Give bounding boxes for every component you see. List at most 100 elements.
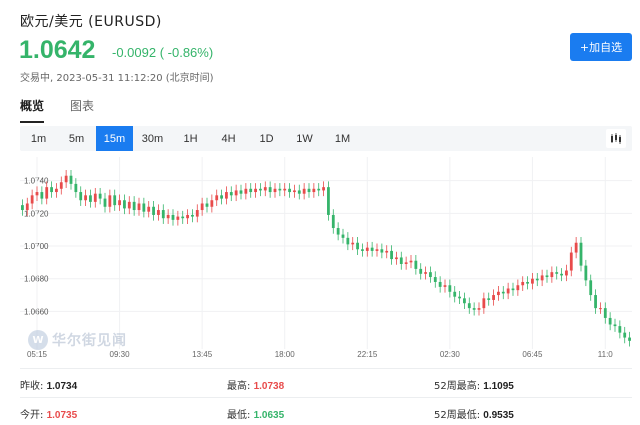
candle-body bbox=[215, 195, 219, 201]
watermark-text: 华尔街见闻 bbox=[52, 333, 127, 349]
candle-body bbox=[603, 308, 607, 318]
candle-body bbox=[123, 200, 126, 209]
candle-body bbox=[30, 195, 34, 204]
candle-body bbox=[147, 206, 151, 212]
add-watchlist-button[interactable]: +加自选 bbox=[570, 33, 632, 61]
candle-body bbox=[550, 272, 554, 278]
candle-body bbox=[404, 262, 408, 264]
candle-body bbox=[365, 247, 369, 251]
period-30m[interactable]: 30m bbox=[134, 126, 171, 151]
candle-body bbox=[108, 195, 112, 207]
x-tick-label: 09:30 bbox=[110, 350, 131, 357]
candle-body bbox=[579, 242, 583, 266]
period-1mo[interactable]: 1M bbox=[324, 126, 361, 151]
watermark-logo-icon: W bbox=[28, 330, 48, 350]
candle-body bbox=[191, 214, 194, 217]
candle-body bbox=[574, 242, 578, 253]
period-1m[interactable]: 1m bbox=[20, 126, 57, 151]
x-tick-label: 02:30 bbox=[440, 350, 461, 357]
candle-body bbox=[259, 188, 262, 191]
candle-body bbox=[589, 280, 593, 296]
candle-body bbox=[467, 303, 471, 309]
candle-body bbox=[599, 308, 602, 310]
period-1w[interactable]: 1W bbox=[286, 126, 323, 151]
candle-body bbox=[356, 242, 359, 250]
candle-body bbox=[132, 201, 136, 211]
candle-body bbox=[239, 190, 243, 194]
period-1d[interactable]: 1D bbox=[248, 126, 285, 151]
candle-body bbox=[317, 188, 321, 191]
candle-body bbox=[414, 260, 418, 269]
candle-body bbox=[127, 201, 131, 209]
candlestick-chart-icon[interactable] bbox=[606, 129, 626, 148]
candle-body bbox=[531, 278, 534, 284]
candle-body bbox=[45, 187, 49, 199]
candle-body bbox=[569, 252, 573, 271]
candle-body bbox=[113, 195, 117, 206]
candle-body bbox=[594, 295, 597, 309]
candle-body bbox=[472, 308, 476, 310]
candle-body bbox=[535, 278, 539, 281]
candle-body bbox=[390, 250, 393, 260]
candle-body bbox=[103, 198, 107, 207]
candle-body bbox=[25, 203, 29, 211]
candle-body bbox=[477, 308, 481, 310]
stat-prev-close: 昨收: 1.0734 bbox=[20, 381, 78, 392]
candle-body bbox=[458, 296, 461, 299]
candle-body bbox=[302, 188, 306, 194]
candle-body bbox=[448, 285, 452, 292]
candle-body bbox=[375, 249, 379, 251]
candle-body bbox=[268, 187, 272, 193]
candle-body bbox=[560, 273, 563, 276]
candle-body bbox=[205, 203, 209, 207]
candle-body bbox=[312, 188, 316, 193]
candle-body bbox=[273, 188, 277, 193]
candle-body bbox=[545, 275, 549, 278]
tab-chart[interactable]: 图表 bbox=[70, 97, 94, 123]
candle-body bbox=[21, 205, 24, 211]
candle-body bbox=[210, 200, 214, 207]
candle-body bbox=[395, 257, 398, 260]
candle-body bbox=[181, 216, 185, 219]
candle-body bbox=[336, 228, 340, 235]
candle-body bbox=[35, 192, 39, 196]
candle-body bbox=[137, 203, 141, 211]
candle-body bbox=[526, 281, 529, 284]
candle-body bbox=[89, 195, 92, 202]
period-4h[interactable]: 4H bbox=[210, 126, 247, 151]
tab-overview[interactable]: 概览 bbox=[20, 97, 45, 123]
candle-body bbox=[171, 214, 175, 220]
period-15m[interactable]: 15m bbox=[96, 126, 133, 151]
candle-body bbox=[142, 203, 146, 212]
candle-body bbox=[370, 247, 374, 251]
candle-body bbox=[351, 242, 355, 245]
candle-body bbox=[506, 288, 510, 294]
candle-body bbox=[74, 183, 78, 193]
stat-open: 今开: 1.0735 bbox=[20, 410, 78, 421]
candle-body bbox=[443, 285, 447, 287]
candle-body bbox=[195, 210, 199, 217]
stat-52w-high: 52周最高: 1.1095 bbox=[434, 381, 514, 392]
candle-body bbox=[254, 188, 257, 193]
watermark: W 华尔街见闻 bbox=[28, 330, 127, 350]
period-1h[interactable]: 1H bbox=[172, 126, 209, 151]
candle-body bbox=[424, 272, 427, 274]
candle-body bbox=[79, 192, 83, 201]
period-5m[interactable]: 5m bbox=[58, 126, 95, 151]
price-change: -0.0092 ( -0.86%) bbox=[112, 45, 214, 60]
candle-body bbox=[555, 272, 559, 274]
price-chart[interactable]: 1.0740 1.0720 1.0700 1.0680 1.0660 05:15 09:30… bbox=[20, 157, 632, 357]
stat-52w-low: 52周最低: 0.9535 bbox=[434, 410, 514, 421]
candle-body bbox=[263, 187, 267, 191]
candle-body bbox=[152, 206, 155, 215]
candle-body bbox=[50, 187, 53, 193]
candle-body bbox=[608, 317, 612, 325]
candle-body bbox=[380, 249, 384, 253]
candle-body bbox=[361, 249, 364, 251]
candle-body bbox=[93, 193, 97, 202]
candle-body bbox=[628, 337, 631, 341]
candle-body bbox=[322, 187, 325, 191]
stat-high: 最高: 1.0738 bbox=[227, 381, 285, 392]
x-tick-label: 05:15 bbox=[27, 350, 48, 357]
candle-body bbox=[487, 298, 491, 300]
